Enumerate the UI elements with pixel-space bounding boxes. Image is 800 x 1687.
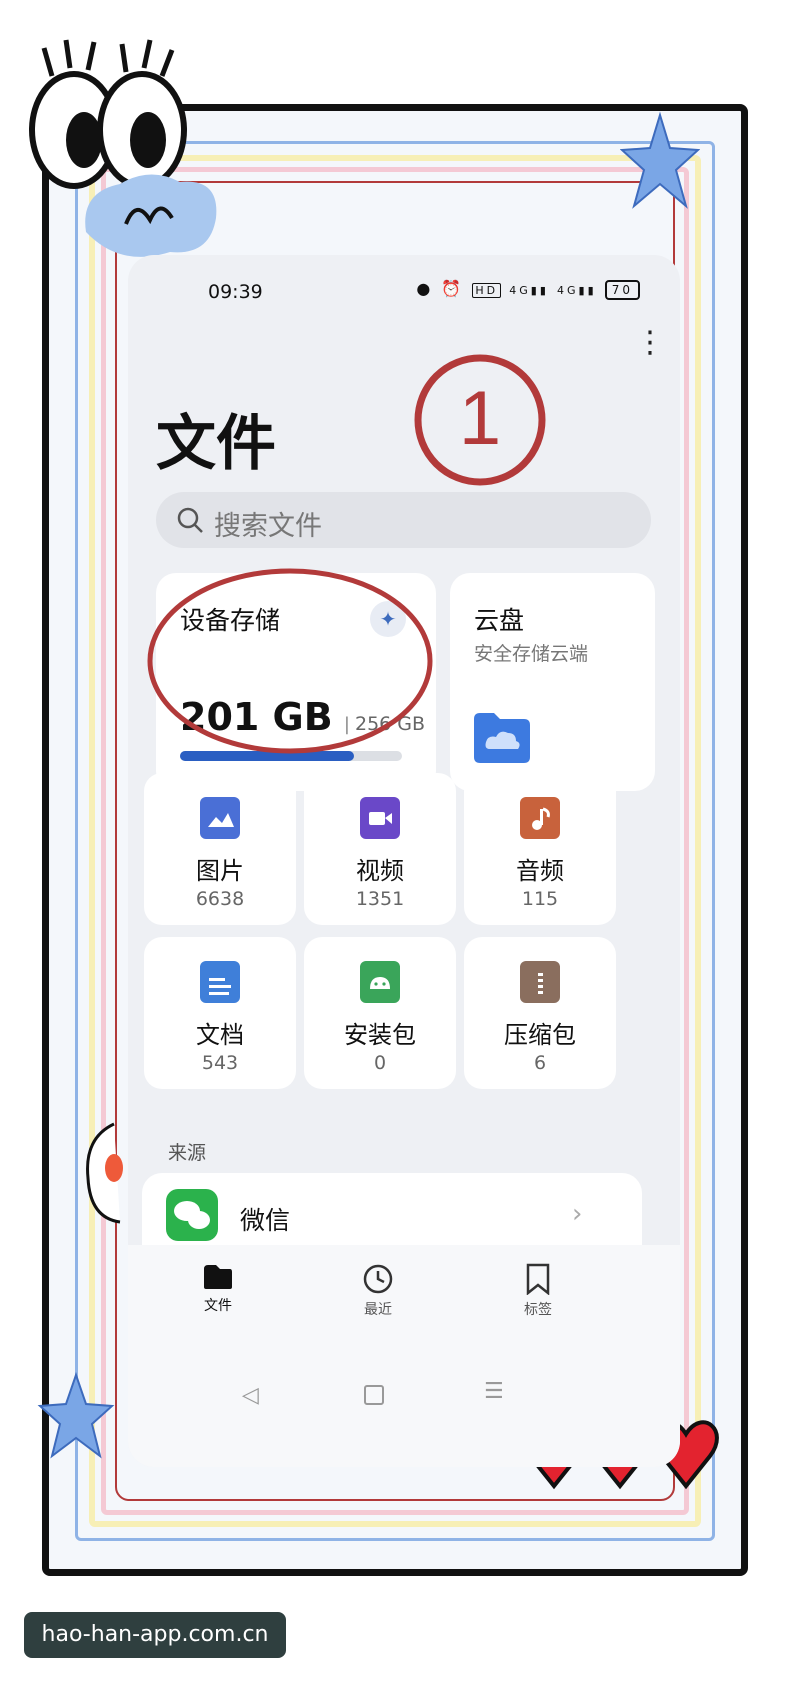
- phone-screen: 09:39 ● ⏰ HD 4G▮▮ 4G▮▮ 70 ⋮ 文件 1 搜索文件 设备…: [128, 255, 680, 1467]
- category-label: 音频: [516, 857, 564, 885]
- cloud-subtitle: 安全存储云端: [474, 643, 589, 665]
- category-tile-images[interactable]: 图片 6638: [144, 773, 296, 925]
- more-options-icon[interactable]: ⋮: [635, 328, 665, 358]
- alarm-icon: ⏰: [441, 279, 465, 298]
- battery-icon: 70: [604, 280, 640, 300]
- nav-recent-label: 最近: [364, 1302, 392, 1318]
- category-count: 0: [373, 1052, 387, 1074]
- cloud-drive-card[interactable]: 云盘 安全存储云端: [450, 573, 655, 791]
- category-label: 压缩包: [504, 1021, 576, 1049]
- bookmark-icon: [526, 1263, 550, 1296]
- document-icon: [200, 961, 240, 1003]
- category-tile-videos[interactable]: 视频 1351: [304, 773, 456, 925]
- category-count: 115: [521, 888, 559, 910]
- video-icon: [360, 797, 400, 839]
- nav-bookmarks-label: 标签: [524, 1302, 552, 1318]
- source-section-label: 来源: [168, 1142, 207, 1164]
- signal-icon-2: 4G▮▮: [556, 284, 597, 297]
- bottom-nav: 文件 最近 标签: [128, 1245, 680, 1355]
- signal-label-1: 4G: [509, 284, 531, 297]
- hd-icon: HD: [472, 283, 502, 298]
- blue-star-sticker-icon-2: [37, 1371, 115, 1459]
- signal-icon-1: 4G▮▮: [509, 284, 549, 297]
- chevron-right-icon: ›: [572, 1199, 583, 1229]
- nav-tab-recent[interactable]: 最近: [338, 1263, 418, 1319]
- page-title: 文件: [156, 409, 276, 479]
- search-icon: [177, 507, 203, 533]
- category-tile-apks[interactable]: 安装包 0: [304, 937, 456, 1089]
- folder-icon: [204, 1265, 232, 1289]
- category-label: 视频: [356, 857, 404, 885]
- blue-star-sticker-icon: [620, 111, 700, 209]
- category-count: 1351: [355, 888, 405, 910]
- nav-tab-bookmarks[interactable]: 标签: [498, 1263, 578, 1319]
- search-placeholder: 搜索文件: [214, 511, 322, 542]
- music-icon: [520, 797, 560, 839]
- category-tile-documents[interactable]: 文档 543: [144, 937, 296, 1089]
- category-tile-audio[interactable]: 音频 115: [464, 773, 616, 925]
- status-time: 09:39: [208, 281, 263, 303]
- category-label: 图片: [196, 857, 244, 885]
- annotation-number-circle: 1: [414, 354, 546, 486]
- status-icons: ● ⏰ HD 4G▮▮ 4G▮▮ 70: [416, 279, 640, 300]
- cloud-folder-icon: [474, 713, 530, 763]
- annotation-ellipse: [147, 568, 433, 754]
- back-icon[interactable]: ◁: [242, 1383, 259, 1408]
- category-tile-archives[interactable]: 压缩包 6: [464, 937, 616, 1089]
- archive-icon: [520, 961, 560, 1003]
- system-nav-bar: ◁ ☰: [128, 1355, 680, 1467]
- category-label: 文档: [196, 1021, 244, 1049]
- nav-tab-files[interactable]: 文件: [178, 1263, 258, 1315]
- category-label: 安装包: [344, 1021, 416, 1049]
- cloud-title: 云盘: [474, 606, 525, 635]
- annotation-number: 1: [459, 376, 501, 461]
- bunny-sticker-icon-2: [86, 1122, 123, 1224]
- signal-label-2: 4G: [556, 284, 579, 297]
- wechat-label: 微信: [240, 1206, 291, 1235]
- clock-icon: [363, 1264, 393, 1294]
- water-drop-icon: ●: [416, 279, 434, 298]
- menu-icon[interactable]: ☰: [484, 1379, 504, 1404]
- category-count: 6638: [195, 888, 245, 910]
- search-bar[interactable]: 搜索文件: [156, 492, 651, 548]
- category-count: 543: [201, 1052, 239, 1074]
- status-bar: 09:39 ● ⏰ HD 4G▮▮ 4G▮▮ 70: [128, 255, 680, 325]
- nav-files-label: 文件: [204, 1298, 232, 1314]
- watermark: hao-han-app.com.cn: [24, 1612, 286, 1658]
- image-icon: [200, 797, 240, 839]
- wechat-icon: [166, 1189, 218, 1241]
- category-count: 6: [533, 1052, 547, 1074]
- home-icon[interactable]: [364, 1385, 384, 1405]
- android-icon: [360, 961, 400, 1003]
